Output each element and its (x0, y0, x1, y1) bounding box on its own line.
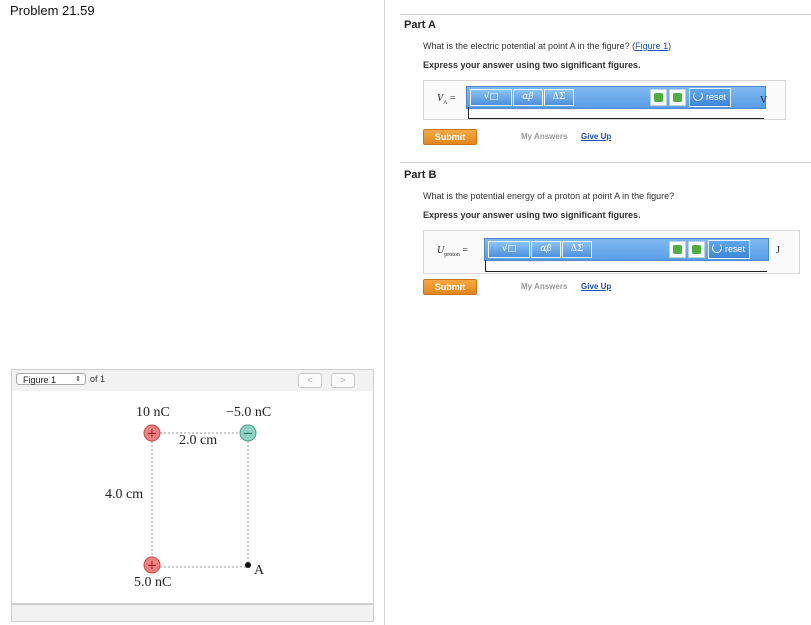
part-a-instruction: Express your answer using two significan… (423, 60, 641, 70)
symbols-button[interactable]: ΔΣ (544, 89, 574, 106)
figure-select[interactable]: Figure 1 ⇕ (16, 373, 86, 385)
part-a-equation-toolbar: √□ αβ ΔΣ reset (466, 86, 766, 109)
part-a-answer-input[interactable] (468, 118, 764, 119)
charge-diagram: + − + (143, 424, 257, 574)
symbols-label: ΔΣ (552, 92, 566, 102)
part-a-submit-button[interactable]: Submit (423, 129, 477, 145)
part-a-title: Part A (404, 19, 436, 31)
plus-sign: + (147, 559, 158, 574)
reset-button[interactable]: reset (689, 88, 732, 107)
greek-label: αβ (522, 92, 534, 102)
point-a (245, 562, 251, 568)
figure-count: of 1 (90, 374, 106, 384)
reset-icon (693, 91, 703, 101)
reset-button[interactable]: reset (708, 240, 751, 259)
select-arrows-icon: ⇕ (75, 376, 81, 383)
pane-divider (384, 0, 385, 625)
part-a-question-text: What is the electric potential at point … (423, 41, 636, 51)
part-b-question: What is the potential energy of a proton… (423, 191, 675, 201)
plus-sign: + (147, 427, 158, 442)
reset-icon (712, 243, 722, 253)
figure-panel: + − + 10 nC −5.0 nC 2.0 cm 4.0 cm A 5.0 … (11, 391, 374, 604)
var-sub: A (443, 100, 448, 106)
templates-button[interactable]: √□ (470, 89, 512, 106)
part-a-divider (400, 14, 811, 15)
templates-label: √□ (483, 92, 499, 102)
symbols-button[interactable]: ΔΣ (562, 241, 592, 258)
reset-label: reset (725, 244, 746, 254)
redo-icon (673, 93, 682, 102)
reset-label: reset (706, 92, 727, 102)
part-b-variable: Uproton = (437, 245, 468, 258)
part-b-divider (400, 162, 811, 163)
label-neg-5nc: −5.0 nC (226, 405, 272, 420)
undo-button[interactable] (669, 241, 686, 258)
part-b-equation-toolbar: √□ αβ ΔΣ reset (484, 238, 769, 261)
figure-select-value: Figure 1 (23, 375, 57, 385)
undo-icon (654, 93, 663, 102)
templates-label: √□ (501, 244, 517, 254)
part-a-my-answers[interactable]: My Answers (521, 132, 567, 141)
part-a-answer-box: VA = √□ αβ ΔΣ reset V (423, 80, 786, 120)
part-b-instruction: Express your answer using two significan… (423, 210, 641, 220)
label-10nc: 10 nC (136, 405, 170, 420)
part-a-give-up[interactable]: Give Up (581, 132, 611, 141)
part-b-unit: J (776, 245, 780, 256)
redo-button[interactable] (669, 89, 686, 106)
figure-toolbar: Figure 1 ⇕ of 1 < > (11, 369, 374, 392)
part-a-question-end: ) (668, 41, 672, 51)
part-a-unit: V (760, 95, 768, 106)
redo-icon (692, 245, 701, 254)
label-5nc: 5.0 nC (134, 575, 172, 590)
undo-button[interactable] (650, 89, 667, 106)
minus-sign: − (243, 427, 254, 442)
greek-button[interactable]: αβ (513, 89, 543, 106)
part-b-answer-box: Uproton = √□ αβ ΔΣ reset J (423, 230, 800, 274)
label-height: 4.0 cm (105, 487, 144, 502)
figure-footer (11, 604, 374, 622)
part-b-title: Part B (404, 169, 437, 181)
figure-prev-button[interactable]: < (298, 373, 322, 388)
part-a-variable: VA = (437, 93, 456, 106)
greek-button[interactable]: αβ (531, 241, 561, 258)
symbols-label: ΔΣ (570, 244, 584, 254)
figure-link[interactable]: Figure 1 (635, 41, 668, 51)
greek-label: αβ (540, 244, 552, 254)
undo-icon (673, 245, 682, 254)
part-b-submit-button[interactable]: Submit (423, 279, 477, 295)
part-b-give-up[interactable]: Give Up (581, 282, 611, 291)
equals-sign: = (462, 245, 469, 256)
label-width: 2.0 cm (179, 433, 218, 448)
part-b-my-answers[interactable]: My Answers (521, 282, 567, 291)
label-point-a: A (254, 563, 265, 578)
templates-button[interactable]: √□ (488, 241, 530, 258)
var-sub: proton (444, 252, 460, 258)
redo-button[interactable] (688, 241, 705, 258)
figure-next-button[interactable]: > (331, 373, 355, 388)
part-a-question: What is the electric potential at point … (423, 41, 671, 51)
problem-title: Problem 21.59 (10, 3, 95, 18)
part-b-answer-input[interactable] (485, 271, 767, 272)
equals-sign: = (449, 93, 456, 104)
